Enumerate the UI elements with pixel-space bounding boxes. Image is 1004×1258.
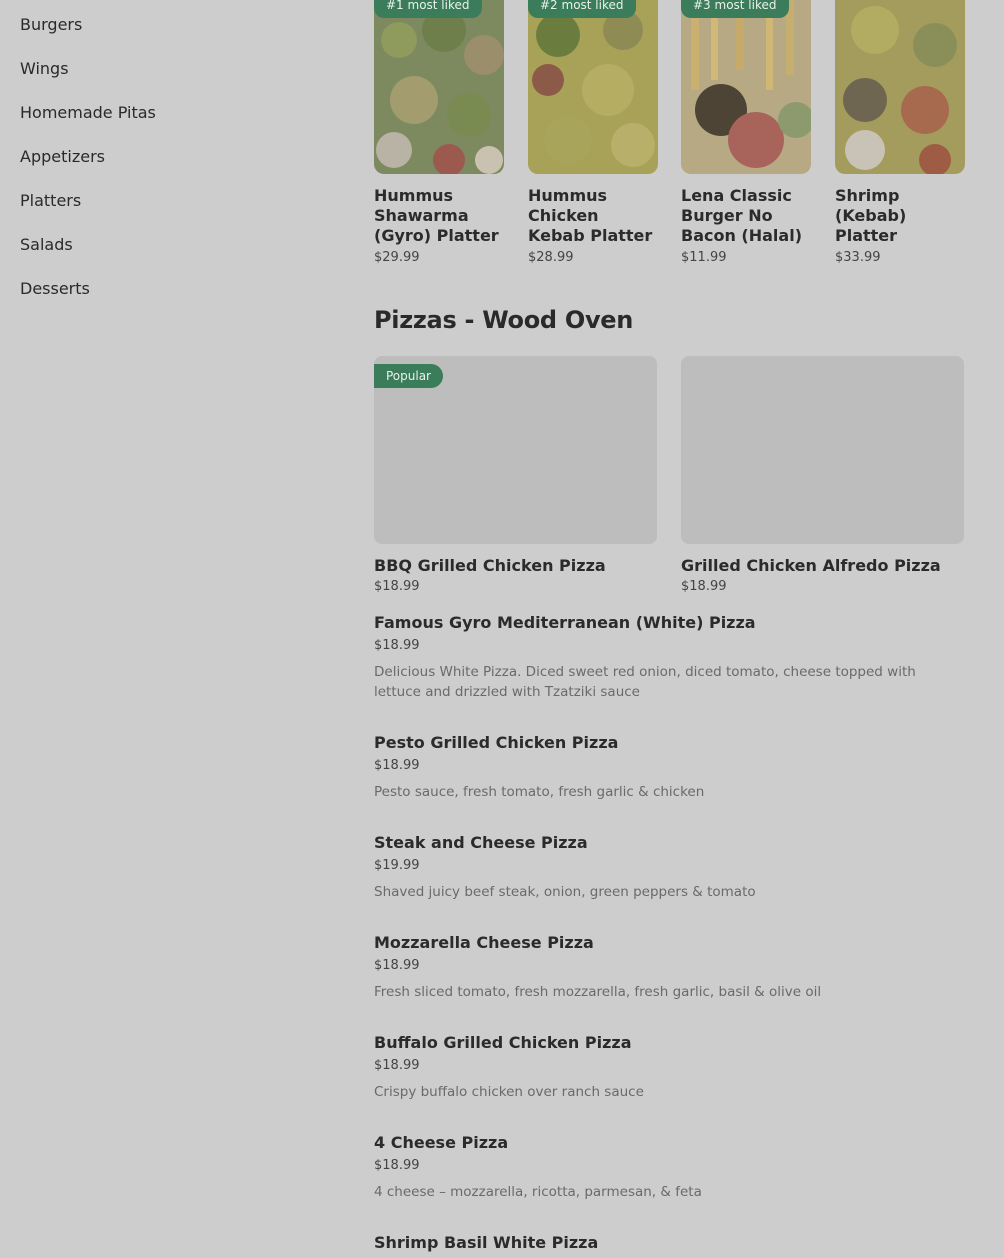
most-liked-row: #1 most liked Hummus Shawarma (Gyro) Pla… xyxy=(374,0,965,270)
item-name: Grilled Chicken Alfredo Pizza xyxy=(681,556,941,575)
item-price: $11.99 xyxy=(681,250,727,265)
featured-item-card[interactable]: Grilled Chicken Alfredo Pizza $18.99 xyxy=(681,356,964,594)
menu-item-card[interactable]: Shrimp (Kebab) Platter $33.99 xyxy=(835,0,965,265)
item-description: 4 cheese – mozzarella, ricotta, parmesan… xyxy=(374,1184,702,1200)
item-name: Shrimp (Kebab) Platter xyxy=(835,186,907,245)
item-price: $18.99 xyxy=(374,638,420,653)
menu-list-item[interactable]: Mozzarella Cheese Pizza $18.99 Fresh sli… xyxy=(374,933,954,1002)
item-name: Mozzarella Cheese Pizza xyxy=(374,933,594,952)
item-image-placeholder: Popular xyxy=(374,356,657,544)
sidebar-item-platters[interactable]: Platters xyxy=(20,176,320,220)
item-name: Shrimp Basil White Pizza xyxy=(374,1233,599,1252)
menu-item-card[interactable]: #1 most liked Hummus Shawarma (Gyro) Pla… xyxy=(374,0,504,265)
item-price: $18.99 xyxy=(374,579,420,594)
item-description: Crispy buffalo chicken over ranch sauce xyxy=(374,1084,644,1100)
popular-badge: Popular xyxy=(374,364,443,388)
sidebar-item-homemade-pitas[interactable]: Homemade Pitas xyxy=(20,88,320,132)
sidebar-item-desserts[interactable]: Desserts xyxy=(20,264,320,308)
item-name: Buffalo Grilled Chicken Pizza xyxy=(374,1033,632,1052)
menu-main: #1 most liked Hummus Shawarma (Gyro) Pla… xyxy=(374,0,965,1252)
category-sidebar: Burgers Wings Homemade Pitas Appetizers … xyxy=(20,0,320,308)
menu-item-card[interactable]: #2 most liked Hummus Chicken Kebab Platt… xyxy=(528,0,658,265)
item-name: Famous Gyro Mediterranean (White) Pizza xyxy=(374,613,756,632)
item-price: $18.99 xyxy=(374,1058,420,1073)
item-price: $18.99 xyxy=(681,579,727,594)
item-name: Steak and Cheese Pizza xyxy=(374,833,588,852)
sidebar-item-wings[interactable]: Wings xyxy=(20,44,320,88)
food-photo: #3 most liked xyxy=(681,0,811,174)
item-name: Hummus Shawarma (Gyro) Platter xyxy=(374,186,499,245)
item-description: Pesto sauce, fresh tomato, fresh garlic … xyxy=(374,784,705,800)
menu-list-item[interactable]: 4 Cheese Pizza $18.99 4 cheese – mozzare… xyxy=(374,1133,954,1202)
menu-list-item[interactable]: Shrimp Basil White Pizza xyxy=(374,1233,954,1253)
sidebar-item-appetizers[interactable]: Appetizers xyxy=(20,132,320,176)
item-name: BBQ Grilled Chicken Pizza xyxy=(374,556,606,575)
item-name: Lena Classic Burger No Bacon (Halal) xyxy=(681,186,803,245)
item-price: $19.99 xyxy=(374,858,420,873)
most-liked-badge: #2 most liked xyxy=(528,0,636,18)
item-price: $29.99 xyxy=(374,250,420,265)
item-image-placeholder xyxy=(681,356,964,544)
sidebar-item-salads[interactable]: Salads xyxy=(20,220,320,264)
menu-item-card[interactable]: #3 most liked Lena Classic Burger No Bac… xyxy=(681,0,811,265)
menu-list-item[interactable]: Famous Gyro Mediterranean (White) Pizza … xyxy=(374,613,954,702)
food-photo xyxy=(835,0,965,174)
item-price: $18.99 xyxy=(374,758,420,773)
food-photo: #2 most liked xyxy=(528,0,658,174)
item-description: Delicious White Pizza. Diced sweet red o… xyxy=(374,664,916,700)
item-price: $28.99 xyxy=(528,250,574,265)
most-liked-badge: #3 most liked xyxy=(681,0,789,18)
item-description: Fresh sliced tomato, fresh mozzarella, f… xyxy=(374,984,822,1000)
sidebar-item-burgers[interactable]: Burgers xyxy=(20,0,320,44)
item-name: Pesto Grilled Chicken Pizza xyxy=(374,733,619,752)
item-name: 4 Cheese Pizza xyxy=(374,1133,509,1152)
item-name: Hummus Chicken Kebab Platter xyxy=(528,186,653,245)
item-description: Shaved juicy beef steak, onion, green pe… xyxy=(374,884,756,900)
item-price: $33.99 xyxy=(835,250,881,265)
menu-list-item[interactable]: Pesto Grilled Chicken Pizza $18.99 Pesto… xyxy=(374,733,954,802)
item-price: $18.99 xyxy=(374,958,420,973)
most-liked-badge: #1 most liked xyxy=(374,0,482,18)
menu-list-item[interactable]: Steak and Cheese Pizza $19.99 Shaved jui… xyxy=(374,833,954,902)
menu-list-item[interactable]: Buffalo Grilled Chicken Pizza $18.99 Cri… xyxy=(374,1033,954,1102)
food-photo: #1 most liked xyxy=(374,0,504,174)
featured-item-card[interactable]: Popular BBQ Grilled Chicken Pizza $18.99 xyxy=(374,356,657,594)
section-title: Pizzas - Wood Oven xyxy=(374,306,634,334)
item-price: $18.99 xyxy=(374,1158,420,1173)
